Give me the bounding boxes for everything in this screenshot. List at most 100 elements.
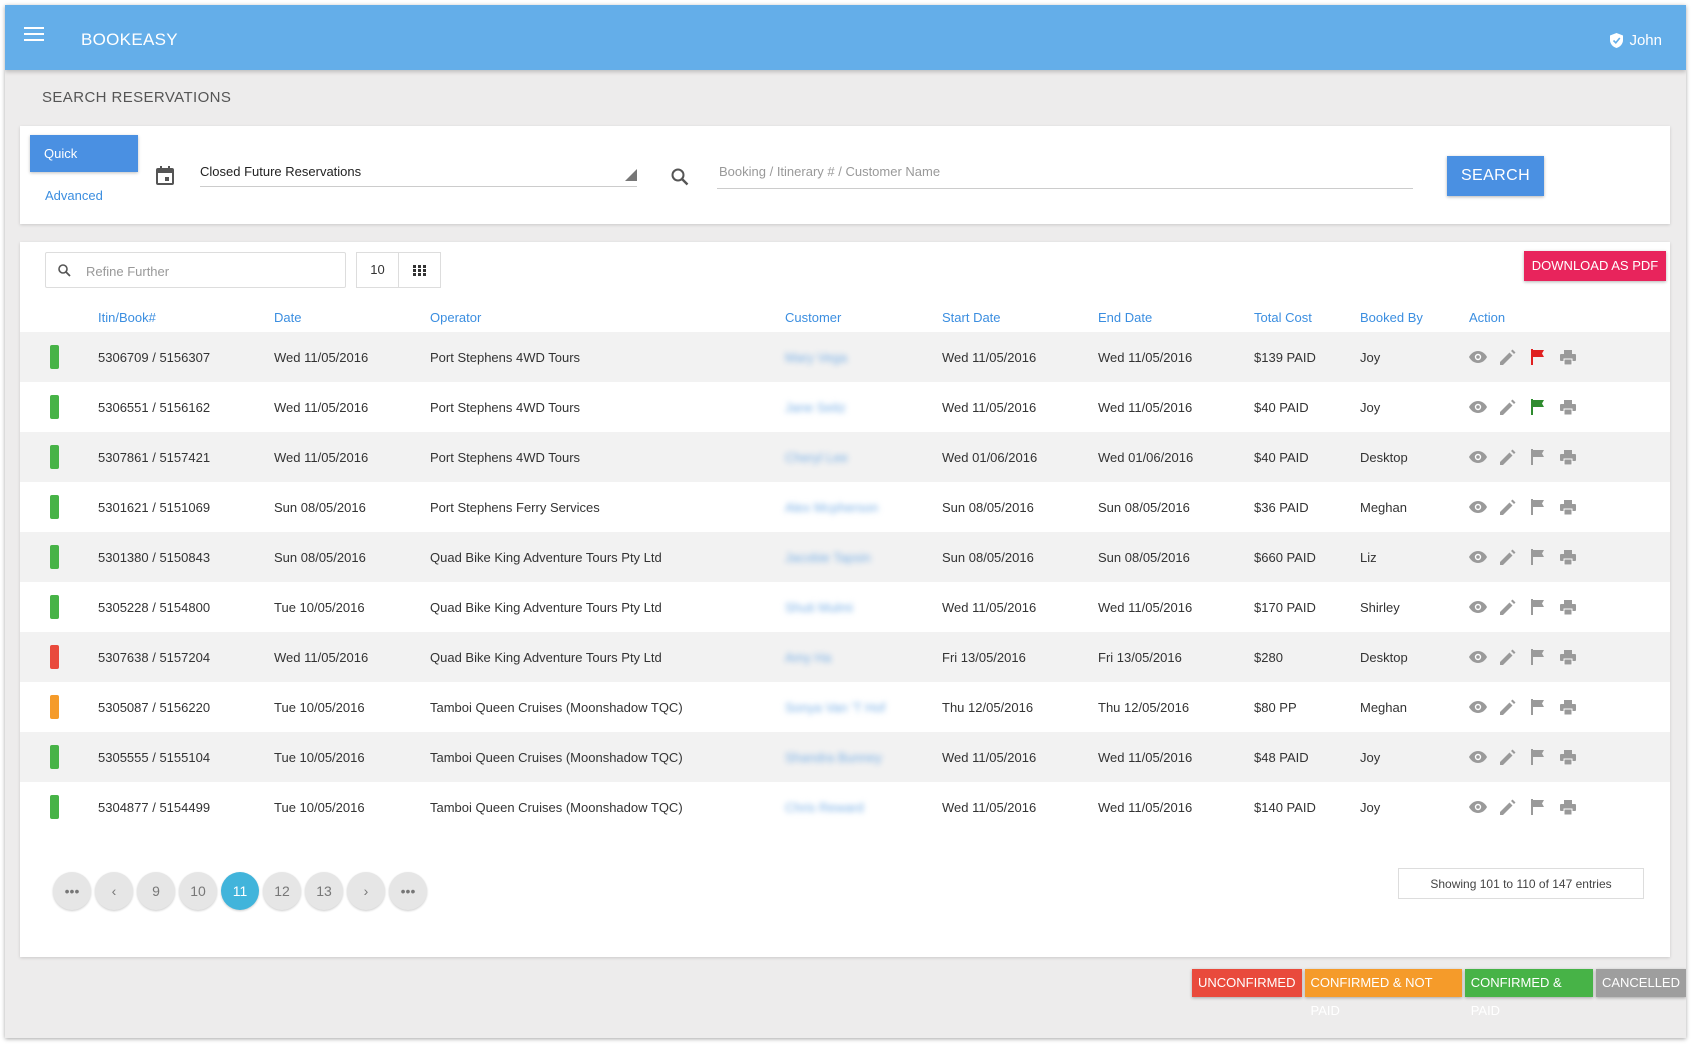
view-eye-icon[interactable] xyxy=(1469,748,1487,766)
hamburger-menu-icon[interactable] xyxy=(24,27,44,43)
table-row[interactable]: 5306709 / 5156307 Wed 11/05/2016 Port St… xyxy=(20,332,1670,382)
itin-book-link[interactable]: 5306709 / 5156307 xyxy=(98,332,274,382)
edit-pencil-icon[interactable] xyxy=(1499,698,1517,716)
operator-link[interactable]: Port Stephens 4WD Tours xyxy=(430,332,785,382)
edit-pencil-icon[interactable] xyxy=(1499,748,1517,766)
edit-pencil-icon[interactable] xyxy=(1499,648,1517,666)
customer-name[interactable]: Amy Ha xyxy=(785,650,831,665)
refine-input[interactable] xyxy=(84,259,338,283)
previous-page-button[interactable]: ‹ xyxy=(95,872,133,910)
print-icon[interactable] xyxy=(1559,398,1577,416)
next-page-button[interactable]: › xyxy=(347,872,385,910)
print-icon[interactable] xyxy=(1559,598,1577,616)
print-icon[interactable] xyxy=(1559,348,1577,366)
column-header[interactable]: Operator xyxy=(430,302,785,332)
customer-name[interactable]: Mary Vega xyxy=(785,350,847,365)
more-pages-button[interactable]: ••• xyxy=(389,872,427,910)
edit-pencil-icon[interactable] xyxy=(1499,398,1517,416)
column-header[interactable]: Itin/Book# xyxy=(98,302,274,332)
flag-icon[interactable] xyxy=(1529,448,1547,466)
print-icon[interactable] xyxy=(1559,548,1577,566)
edit-pencil-icon[interactable] xyxy=(1499,448,1517,466)
itin-book-link[interactable]: 5307638 / 5157204 xyxy=(98,632,274,682)
operator-link[interactable]: Port Stephens 4WD Tours xyxy=(430,432,785,482)
download-pdf-button[interactable]: DOWNLOAD AS PDF xyxy=(1524,251,1666,281)
view-eye-icon[interactable] xyxy=(1469,498,1487,516)
view-eye-icon[interactable] xyxy=(1469,348,1487,366)
page-button[interactable]: 9 xyxy=(137,872,175,910)
flag-icon[interactable] xyxy=(1529,598,1547,616)
table-row[interactable]: 5305555 / 5155104 Tue 10/05/2016 Tamboi … xyxy=(20,732,1670,782)
column-header[interactable]: Booked By xyxy=(1360,302,1469,332)
customer-name[interactable]: Alex Mcpherson xyxy=(785,500,878,515)
edit-pencil-icon[interactable] xyxy=(1499,798,1517,816)
operator-link[interactable]: Port Stephens 4WD Tours xyxy=(430,382,785,432)
print-icon[interactable] xyxy=(1559,448,1577,466)
column-toggle-button[interactable] xyxy=(398,252,441,288)
itin-book-link[interactable]: 5305087 / 5156220 xyxy=(98,682,274,732)
view-eye-icon[interactable] xyxy=(1469,698,1487,716)
page-button[interactable]: 13 xyxy=(305,872,343,910)
table-row[interactable]: 5307638 / 5157204 Wed 11/05/2016 Quad Bi… xyxy=(20,632,1670,682)
customer-cell[interactable]: Amy Ha xyxy=(785,632,942,682)
itin-book-link[interactable]: 5305228 / 5154800 xyxy=(98,582,274,632)
table-row[interactable]: 5301621 / 5151069 Sun 08/05/2016 Port St… xyxy=(20,482,1670,532)
flag-icon[interactable] xyxy=(1529,648,1547,666)
print-icon[interactable] xyxy=(1559,798,1577,816)
customer-cell[interactable]: Sonya Van 'T Hof xyxy=(785,682,942,732)
itin-book-link[interactable]: 5305555 / 5155104 xyxy=(98,732,274,782)
view-eye-icon[interactable] xyxy=(1469,448,1487,466)
quick-search-tab[interactable]: Quick xyxy=(30,135,138,172)
itin-book-link[interactable]: 5301621 / 5151069 xyxy=(98,482,274,532)
view-eye-icon[interactable] xyxy=(1469,398,1487,416)
itin-book-link[interactable]: 5306551 / 5156162 xyxy=(98,382,274,432)
customer-cell[interactable]: Shuti Mulmi xyxy=(785,582,942,632)
print-icon[interactable] xyxy=(1559,698,1577,716)
view-eye-icon[interactable] xyxy=(1469,648,1487,666)
table-row[interactable]: 5301380 / 5150843 Sun 08/05/2016 Quad Bi… xyxy=(20,532,1670,582)
edit-pencil-icon[interactable] xyxy=(1499,598,1517,616)
print-icon[interactable] xyxy=(1559,648,1577,666)
flag-icon[interactable] xyxy=(1529,698,1547,716)
view-eye-icon[interactable] xyxy=(1469,798,1487,816)
search-input[interactable] xyxy=(717,154,1413,189)
column-header[interactable]: Total Cost xyxy=(1254,302,1360,332)
customer-cell[interactable]: Chris Reward xyxy=(785,782,942,832)
flag-icon[interactable] xyxy=(1529,798,1547,816)
customer-name[interactable]: Cheryl Lee xyxy=(785,450,848,465)
operator-link[interactable]: Quad Bike King Adventure Tours Pty Ltd xyxy=(430,532,785,582)
page-button[interactable]: 12 xyxy=(263,872,301,910)
operator-link[interactable]: Quad Bike King Adventure Tours Pty Ltd xyxy=(430,632,785,682)
customer-name[interactable]: Sonya Van 'T Hof xyxy=(785,700,885,715)
user-menu[interactable]: John xyxy=(1610,32,1662,49)
customer-cell[interactable]: Alex Mcpherson xyxy=(785,482,942,532)
itin-book-link[interactable]: 5307861 / 5157421 xyxy=(98,432,274,482)
itin-book-link[interactable]: 5304877 / 5154499 xyxy=(98,782,274,832)
operator-link[interactable]: Port Stephens Ferry Services xyxy=(430,482,785,532)
view-eye-icon[interactable] xyxy=(1469,548,1487,566)
more-pages-button[interactable]: ••• xyxy=(53,872,91,910)
column-header[interactable]: Customer xyxy=(785,302,942,332)
customer-name[interactable]: Shandra Bunney xyxy=(785,750,882,765)
page-button[interactable]: 11 xyxy=(221,872,259,910)
customer-cell[interactable]: Cheryl Lee xyxy=(785,432,942,482)
flag-icon[interactable] xyxy=(1529,748,1547,766)
table-row[interactable]: 5307861 / 5157421 Wed 11/05/2016 Port St… xyxy=(20,432,1670,482)
search-button[interactable]: SEARCH xyxy=(1447,156,1544,196)
customer-cell[interactable]: Mary Vega xyxy=(785,332,942,382)
print-icon[interactable] xyxy=(1559,748,1577,766)
operator-link[interactable]: Quad Bike King Adventure Tours Pty Ltd xyxy=(430,582,785,632)
edit-pencil-icon[interactable] xyxy=(1499,498,1517,516)
advanced-search-link[interactable]: Advanced xyxy=(45,188,103,203)
customer-name[interactable]: Chris Reward xyxy=(785,800,864,815)
flag-icon[interactable] xyxy=(1529,498,1547,516)
operator-link[interactable]: Tamboi Queen Cruises (Moonshadow TQC) xyxy=(430,682,785,732)
flag-icon[interactable] xyxy=(1529,348,1547,366)
customer-cell[interactable]: Jane Seitz xyxy=(785,382,942,432)
table-row[interactable]: 5305228 / 5154800 Tue 10/05/2016 Quad Bi… xyxy=(20,582,1670,632)
print-icon[interactable] xyxy=(1559,498,1577,516)
flag-icon[interactable] xyxy=(1529,548,1547,566)
operator-link[interactable]: Tamboi Queen Cruises (Moonshadow TQC) xyxy=(430,732,785,782)
edit-pencil-icon[interactable] xyxy=(1499,348,1517,366)
column-header[interactable]: Start Date xyxy=(942,302,1098,332)
